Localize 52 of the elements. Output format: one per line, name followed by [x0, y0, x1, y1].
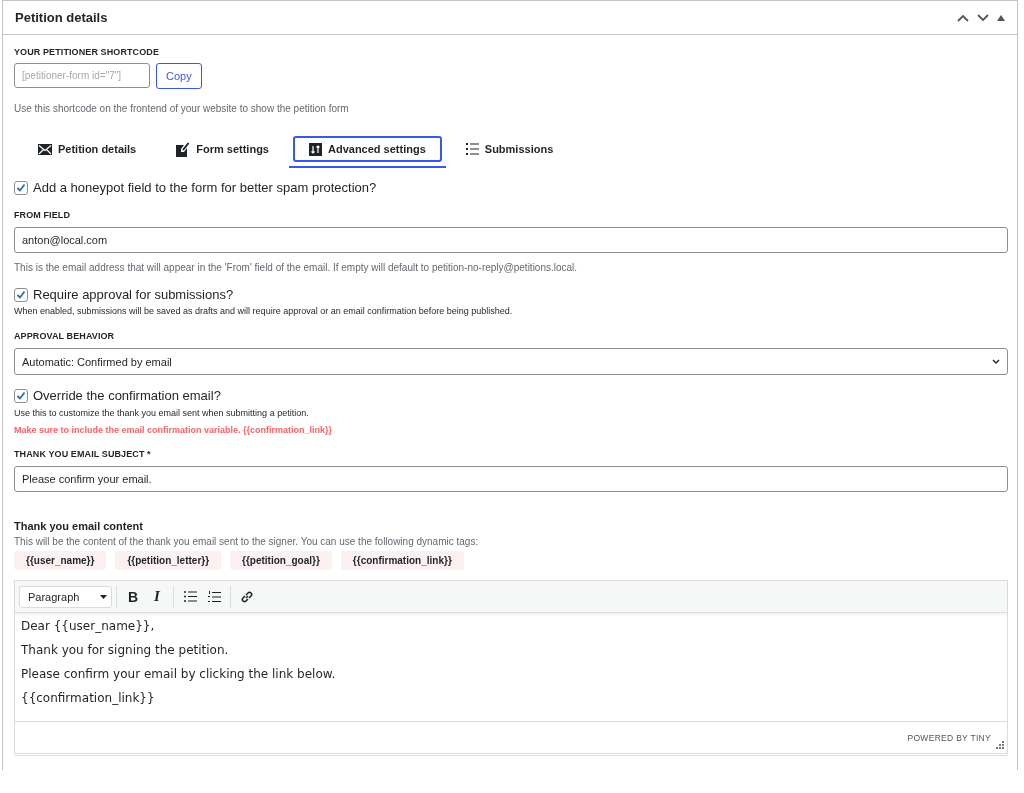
editor-paragraph: Thank you for signing the petition. — [21, 643, 230, 657]
resize-handle-icon[interactable] — [996, 741, 1004, 749]
tab[interactable]: Petition details — [22, 136, 153, 162]
bold-button[interactable]: B — [121, 584, 145, 609]
checkbox-label: Add a honeypot field to the form for better spam protection? — [33, 180, 377, 195]
format-dropdown[interactable]: Paragraph — [19, 585, 112, 608]
chevron-down-icon — [992, 359, 1000, 364]
dynamic-tag[interactable]: {{petition_letter}} — [115, 551, 222, 570]
subject-field[interactable]: Please confirm your email. — [14, 466, 1008, 492]
powered-by-text: POWERED BY TINY — [907, 732, 991, 743]
list-icon — [465, 143, 479, 155]
field-label: YOUR PETITIONER SHORTCODE — [14, 47, 160, 57]
chevron-down-icon[interactable] — [977, 13, 989, 22]
help-text: This is the email address that will appear in the 'From' field of the email. If empty will default to petition-no-reply@petitions.local. — [14, 262, 579, 273]
editor-paragraph: Dear {{user_name}}, — [21, 619, 156, 633]
checkbox[interactable] — [14, 388, 28, 403]
help-text: Use this shortcode on the frontend of your website to show the petition form — [14, 103, 350, 114]
italic-button[interactable]: I — [145, 584, 169, 609]
field-label: APPROVAL BEHAVIOR — [14, 331, 116, 341]
sliders-icon — [309, 142, 322, 156]
dynamic-tag[interactable]: {{confirmation_link}} — [340, 551, 464, 570]
envelope-icon — [38, 143, 52, 155]
link-icon — [240, 589, 254, 604]
checkbox[interactable] — [14, 287, 28, 302]
section-title: Thank you email content — [14, 520, 144, 532]
caret-icon — [100, 594, 107, 599]
dynamic-tag[interactable]: {{petition_goal}} — [230, 551, 332, 570]
chevron-up-icon[interactable] — [957, 13, 969, 22]
triangle-up-icon[interactable] — [997, 14, 1005, 21]
numbered-list-icon — [207, 590, 221, 603]
tab[interactable]: Form settings — [160, 136, 285, 162]
shortcode-field[interactable]: [petitioner-form id="7"] — [14, 63, 150, 88]
from-field[interactable]: anton@local.com — [14, 227, 1008, 253]
help-text: Use this to customize the thank you email sent when submitting a petition. — [14, 408, 310, 418]
field-label: THANK YOU EMAIL SUBJECT * — [14, 449, 152, 459]
checkbox-label: Require approval for submissions? — [33, 287, 234, 302]
warning-text: Make sure to include the email confirmation variable. {{confirmation_link}} — [14, 425, 334, 435]
tab[interactable]: Submissions — [449, 136, 570, 162]
checkbox[interactable] — [14, 180, 28, 195]
editor-paragraph: Please confirm your email by clicking the link below. — [21, 667, 337, 681]
edit-icon — [176, 141, 191, 157]
panel-title: Petition details — [15, 10, 108, 25]
field-label: FROM FIELD — [14, 210, 71, 220]
checkbox-label: Override the confirmation email? — [33, 388, 221, 403]
approval-behavior-select[interactable]: Automatic: Confirmed by email — [14, 348, 1008, 375]
tab[interactable]: Advanced settings — [293, 136, 442, 162]
editor-paragraph: {{confirmation_link}} — [21, 691, 156, 705]
help-text: This will be the content of the thank you email sent to the signer. You can use the following dynamic tags: — [14, 536, 480, 547]
dynamic-tag[interactable]: {{user_name}} — [14, 551, 107, 570]
bullet-list-icon — [183, 591, 197, 602]
copy-button[interactable]: Copy — [156, 63, 202, 89]
help-text: When enabled, submissions will be saved as drafts and will require approval or an email confirmation before being published. — [14, 306, 514, 316]
